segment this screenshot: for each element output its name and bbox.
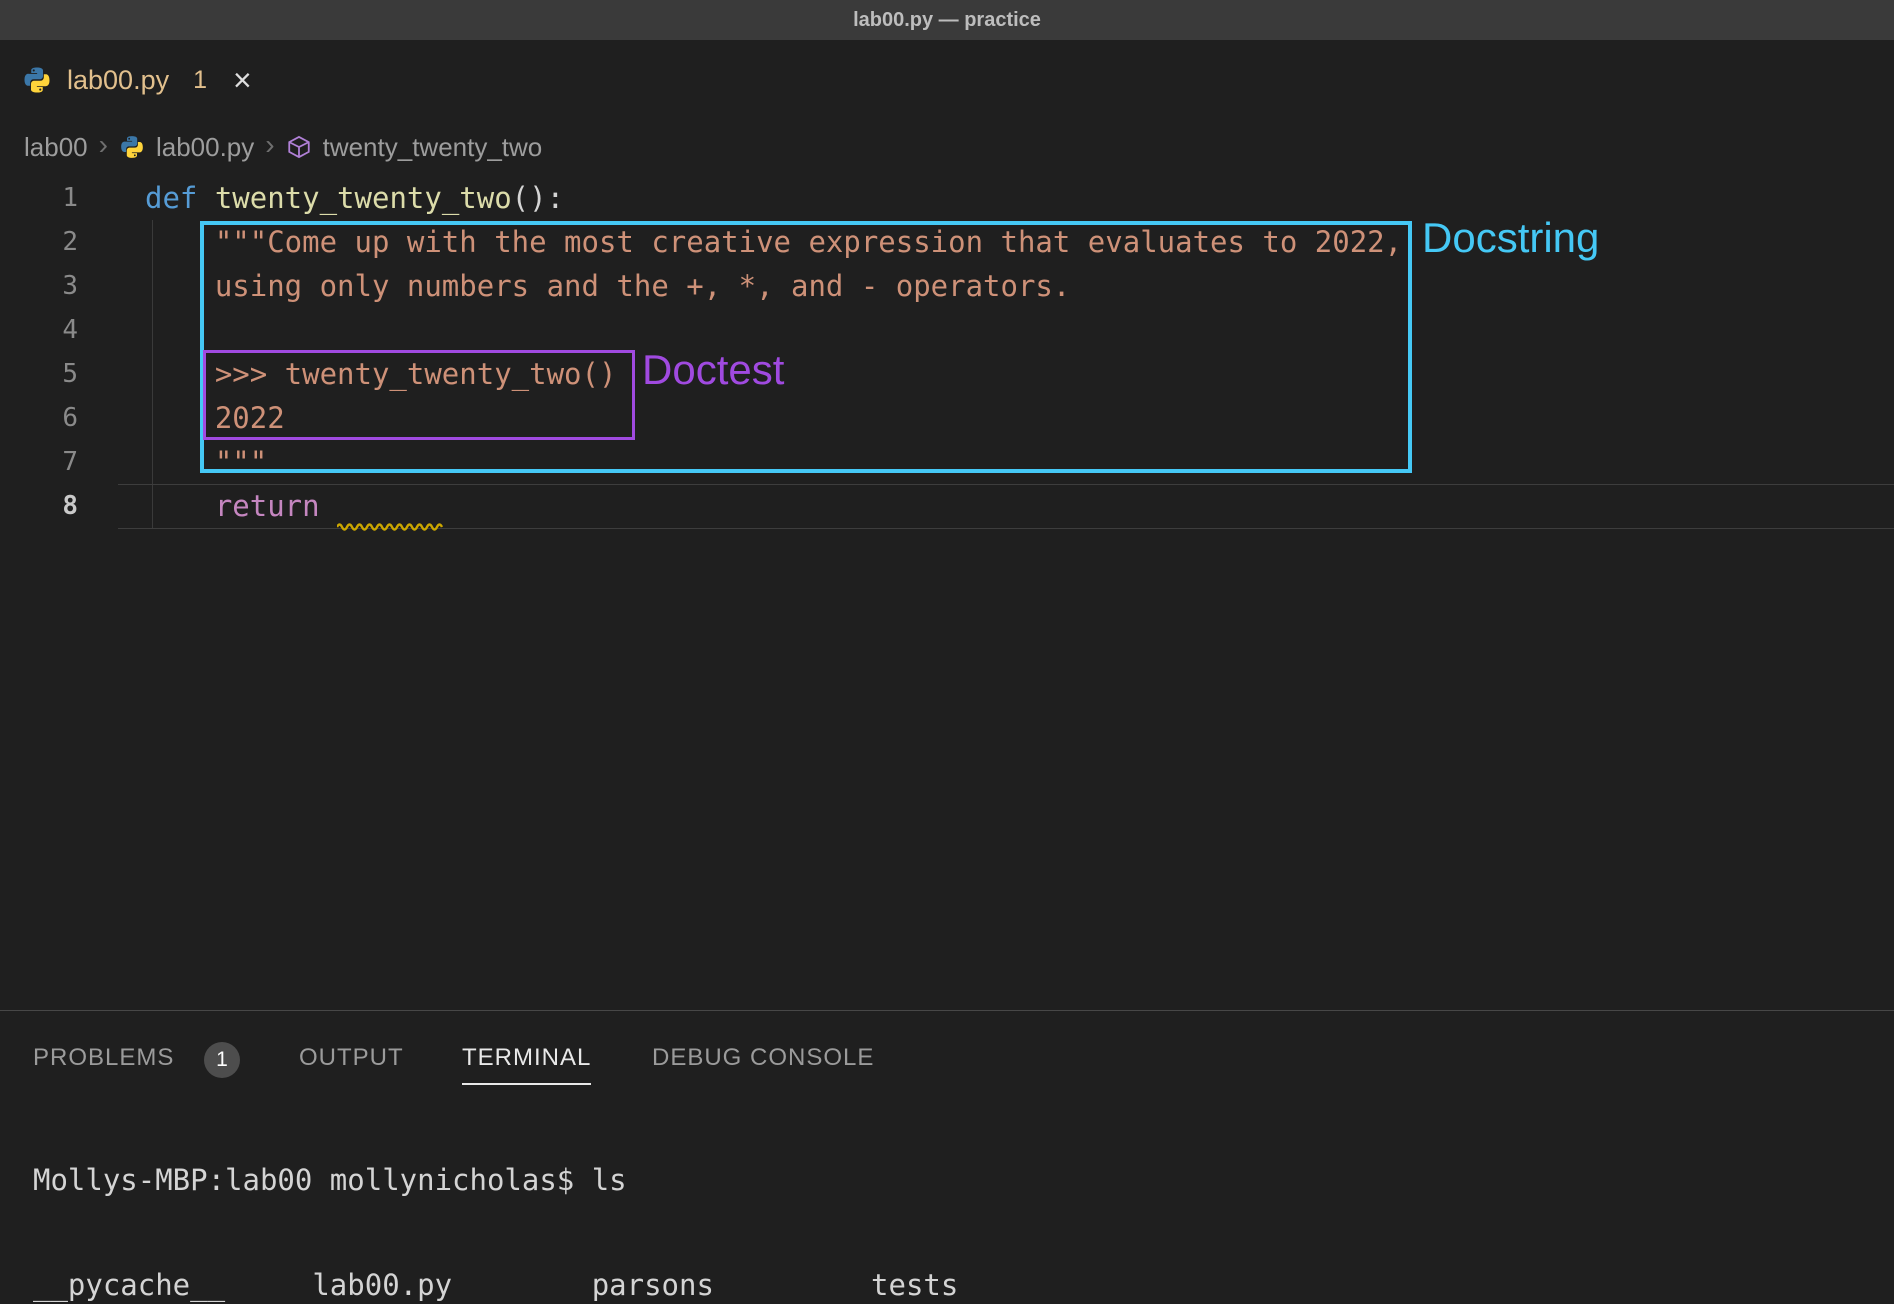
line-number: 4 (0, 308, 78, 352)
warning-squiggle-icon (337, 519, 443, 537)
terminal-line: __pycache__ lab00.py parsons tests (33, 1268, 1894, 1303)
line-number: 1 (0, 176, 78, 220)
line-number: 7 (0, 440, 78, 484)
punctuation: (): (512, 181, 564, 215)
panel-tab-output[interactable]: OUTPUT (299, 1044, 404, 1072)
panel-tab-terminal[interactable]: TERMINAL (462, 1044, 591, 1085)
line-number-active: 8 (0, 484, 78, 528)
breadcrumb-folder[interactable]: lab00 (24, 132, 88, 163)
close-icon[interactable]: × (233, 64, 252, 96)
chevron-right-icon: › (99, 129, 108, 161)
tab-label: lab00.py (67, 65, 169, 96)
window-title: lab00.py — practice (853, 9, 1041, 32)
doctest-annotation-box (203, 350, 635, 440)
line-number: 5 (0, 352, 78, 396)
docstring-annotation-label: Docstring (1422, 214, 1599, 262)
indent-guide (152, 220, 153, 528)
tab-lab00py[interactable]: lab00.py 1 × (0, 42, 300, 118)
line-number: 6 (0, 396, 78, 440)
panel-tab-problems[interactable]: PROBLEMS (33, 1044, 174, 1072)
terminal[interactable]: Mollys-MBP:lab00 mollynicholas$ ls __pyc… (33, 1093, 1894, 1263)
chevron-right-icon: › (265, 129, 274, 161)
titlebar: lab00.py — practice (0, 0, 1894, 40)
panel-divider (0, 1010, 1894, 1011)
line-number: 3 (0, 264, 78, 308)
breadcrumb-symbol[interactable]: twenty_twenty_two (323, 132, 543, 163)
vscode-window: lab00.py — practice lab00.py 1 × lab00 ›… (0, 0, 1894, 1304)
tab-modified-badge: 1 (193, 66, 207, 95)
symbol-cube-icon (286, 134, 312, 160)
panel-tab-debug-console[interactable]: DEBUG CONSOLE (652, 1044, 874, 1072)
python-icon (22, 65, 52, 95)
breadcrumb: lab00 › lab00.py › twenty_twenty_two (24, 118, 542, 176)
doctest-annotation-label: Doctest (642, 346, 784, 394)
line-number: 2 (0, 220, 78, 264)
python-icon (119, 134, 145, 160)
code-line: 1 def twenty_twenty_two(): (0, 176, 1894, 220)
keyword-def: def (145, 181, 215, 215)
function-name: twenty_twenty_two (215, 181, 512, 215)
breadcrumb-file[interactable]: lab00.py (156, 132, 254, 163)
problems-count-badge: 1 (204, 1042, 240, 1078)
terminal-line: Mollys-MBP:lab00 mollynicholas$ ls (33, 1163, 1894, 1198)
